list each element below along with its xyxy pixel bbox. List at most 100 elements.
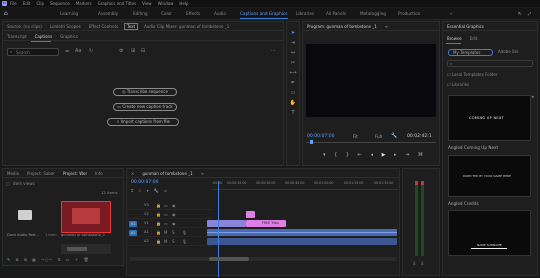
pen-tool-icon[interactable]: ✒	[289, 80, 297, 86]
tab-source[interactable]: Source: (no clips)	[3, 24, 46, 29]
tab-media[interactable]: Media	[3, 171, 23, 176]
eg-title[interactable]: Essential Graphics	[443, 24, 488, 29]
program-title[interactable]: Program: gunman of tombstone _1	[303, 24, 381, 29]
track-select-tool-icon[interactable]: ⇥	[289, 40, 297, 46]
sync-icon[interactable]: ▭	[164, 203, 168, 208]
solo-button[interactable]: S	[413, 261, 416, 266]
project-folder-icon[interactable]: ▢	[6, 181, 10, 186]
marker-icon[interactable]: ▾	[323, 152, 326, 158]
timeline-scrollbar[interactable]	[129, 257, 397, 261]
eg-template-card[interactable]: NAME SURNAME	[448, 210, 531, 256]
tab-audio-clip-mixer[interactable]: Audio Clip Mixer: gunman of tombstone _1	[140, 24, 233, 29]
menu-clip[interactable]: Clip	[36, 1, 44, 6]
split-icon[interactable]: ⊞	[131, 48, 135, 54]
mark-in-icon[interactable]: {	[334, 152, 337, 158]
ws-captions-graphics[interactable]: Captions and Graphics	[240, 11, 287, 16]
subtab-transcript[interactable]: Transcript	[3, 34, 31, 39]
ws-more-icon[interactable]: »	[450, 11, 453, 16]
solo-button[interactable]: S	[421, 261, 424, 266]
ws-editing[interactable]: Editing	[133, 11, 148, 16]
program-menu-icon[interactable]: ≡	[381, 24, 392, 29]
eg-tab-browse[interactable]: Browse	[443, 36, 466, 41]
ws-assembly[interactable]: Assembly	[98, 11, 118, 16]
mute-icon[interactable]: M	[164, 239, 167, 244]
snap-icon[interactable]: ⌗	[131, 188, 133, 193]
razor-tool-icon[interactable]: ✂	[289, 60, 297, 66]
fit-dropdown[interactable]: Fit	[353, 134, 358, 139]
ws-metalogging[interactable]: Metalogging	[360, 11, 386, 16]
step-forward-icon[interactable]: ▸	[394, 152, 397, 158]
timeline-playhead[interactable]	[218, 181, 219, 277]
tab-effect-controls[interactable]: Effect Controls	[85, 24, 122, 29]
go-to-in-icon[interactable]: ⇤	[358, 152, 362, 158]
rectangle-tool-icon[interactable]: ▭	[289, 90, 297, 96]
sync-icon[interactable]: ▭	[164, 221, 168, 226]
program-video-frame[interactable]	[306, 44, 436, 117]
mark-out-icon[interactable]: }	[346, 152, 349, 158]
checkbox-icon[interactable]: ☐	[447, 82, 451, 87]
program-playhead[interactable]	[310, 140, 313, 144]
add-marker-icon[interactable]: ▾	[147, 188, 149, 193]
captions-search-input[interactable]: ⌕ Search	[7, 48, 59, 56]
linked-selection-icon[interactable]: ⊂	[138, 188, 141, 193]
eg-template-more-icon[interactable]: ★	[531, 94, 535, 99]
icon-view-icon[interactable]: ⊞	[24, 257, 27, 262]
create-caption-track-button[interactable]: ▭ Create new caption track	[113, 103, 177, 111]
eg-adobe-stock[interactable]: Adobe Sto	[498, 49, 518, 54]
timeline-settings-icon[interactable]: 🔧	[154, 188, 159, 193]
eg-tab-edit[interactable]: Edit	[466, 36, 482, 41]
fullscreen-icon[interactable]: ⤢	[528, 11, 531, 16]
selection-tool-icon[interactable]: ➤	[289, 30, 297, 36]
captions-toggle-icon[interactable]: ▭	[164, 188, 168, 193]
list-view-icon[interactable]: ≣	[15, 257, 18, 262]
menu-file[interactable]: File	[10, 1, 17, 6]
menu-help[interactable]: Help	[179, 1, 188, 6]
ws-learning[interactable]: Learning	[60, 11, 78, 16]
lock-icon[interactable]: 🔒	[156, 230, 161, 235]
solo-icon[interactable]: S	[172, 239, 175, 244]
sort-icon[interactable]: ⇅	[57, 257, 60, 262]
transcribe-sequence-button[interactable]: ◎ Transcribe sequence	[113, 88, 177, 96]
new-item-icon[interactable]: ＋	[75, 257, 79, 263]
more-options-icon[interactable]: ⋯	[271, 48, 276, 54]
pencil-icon[interactable]: ✎	[7, 257, 10, 262]
program-timecode[interactable]: 00:00:07:00	[307, 134, 334, 139]
menu-sequence[interactable]: Sequence	[50, 1, 70, 6]
ws-effects[interactable]: Effects	[186, 11, 200, 16]
project-search[interactable]: item views	[13, 181, 35, 186]
trash-icon[interactable]: 🗑	[84, 257, 89, 262]
freeform-icon[interactable]: ▦	[32, 257, 36, 262]
track-header-a1[interactable]: A1 A1 🔒 M S 🎙	[127, 229, 212, 237]
track-header-v3[interactable]: V3 🔒 ▭ ◉	[127, 202, 212, 210]
camera-icon[interactable]: ⌘	[418, 152, 423, 158]
play-icon[interactable]: ▶	[382, 152, 386, 158]
type-tool-icon[interactable]: T	[289, 110, 297, 116]
sync-icon[interactable]: ▭	[164, 212, 168, 217]
subtab-captions[interactable]: Captions	[31, 34, 57, 39]
ws-color[interactable]: Color	[161, 11, 172, 16]
step-back-icon[interactable]: ◂	[370, 152, 373, 158]
timeline-title[interactable]: gunman of tombstone _1	[138, 171, 196, 176]
menu-edit[interactable]: Edit	[23, 1, 31, 6]
sequence-thumbnail[interactable]	[61, 201, 111, 233]
audio-thumbnail[interactable]	[61, 244, 111, 254]
ripple-edit-tool-icon[interactable]: ↔	[289, 50, 297, 56]
audio-clip-a1[interactable]	[207, 229, 397, 236]
timeline-ruler[interactable]: :00:00 00:00:15:00 00:00:30:00 00:00:45:…	[212, 180, 398, 190]
timeline-menu-icon[interactable]: ≡	[197, 171, 208, 176]
scroll-thumb[interactable]	[209, 257, 249, 261]
source-patch-a1[interactable]: A1	[129, 230, 137, 236]
lock-icon[interactable]: 🔒	[156, 212, 161, 217]
title-clip[interactable]: FREE Tribu	[246, 220, 286, 227]
case-icon[interactable]: Aa	[75, 48, 81, 54]
wrench-icon[interactable]: 🔧	[391, 133, 397, 139]
eye-icon[interactable]: ◉	[172, 212, 176, 217]
mic-icon[interactable]: 🎙	[182, 230, 187, 235]
home-icon[interactable]: ⌂	[4, 11, 10, 17]
eg-libraries-row[interactable]: ☐ Libraries	[447, 82, 469, 87]
menu-markers[interactable]: Markers	[76, 1, 92, 6]
zoom-slider-icon[interactable]: —○—	[41, 257, 53, 262]
mute-icon[interactable]: M	[164, 230, 167, 235]
ws-all-panels[interactable]: All Panels	[326, 11, 346, 16]
track-header-a2[interactable]: A2 🔒 M S 🎙	[127, 238, 212, 246]
